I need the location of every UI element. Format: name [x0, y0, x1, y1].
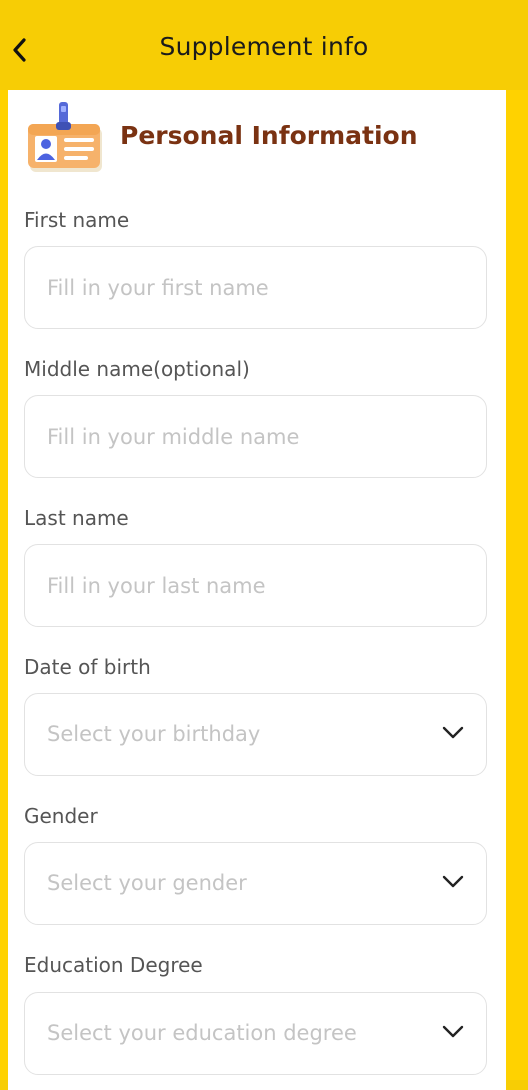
education-select[interactable]: Select your education degree [24, 992, 487, 1075]
app-header: Supplement info [0, 0, 528, 90]
page-title: Supplement info [159, 32, 369, 61]
birth-label: Date of birth [24, 655, 151, 679]
first-name-label: First name [24, 208, 130, 232]
education-label: Education Degree [24, 953, 203, 977]
education-placeholder: Select your education degree [47, 1021, 357, 1045]
birthday-select[interactable]: Select your birthday [24, 693, 487, 776]
scroll-edge [506, 90, 528, 1080]
middle-name-input[interactable] [47, 396, 437, 477]
first-name-input[interactable] [47, 247, 437, 328]
middle-name-label: Middle name(optional) [24, 357, 250, 381]
left-edge [0, 90, 8, 1080]
middle-name-field[interactable] [24, 395, 487, 478]
gender-placeholder: Select your gender [47, 871, 247, 895]
last-name-input[interactable] [47, 545, 437, 626]
id-card-icon [28, 102, 102, 172]
chevron-down-icon [442, 1025, 464, 1038]
gender-label: Gender [24, 804, 98, 828]
gender-select[interactable]: Select your gender [24, 842, 487, 925]
chevron-down-icon [442, 875, 464, 888]
last-name-field[interactable] [24, 544, 487, 627]
section-title: Personal Information [120, 121, 418, 150]
last-name-label: Last name [24, 506, 129, 530]
birthday-placeholder: Select your birthday [47, 722, 261, 746]
chevron-down-icon [442, 726, 464, 739]
first-name-field[interactable] [24, 246, 487, 329]
